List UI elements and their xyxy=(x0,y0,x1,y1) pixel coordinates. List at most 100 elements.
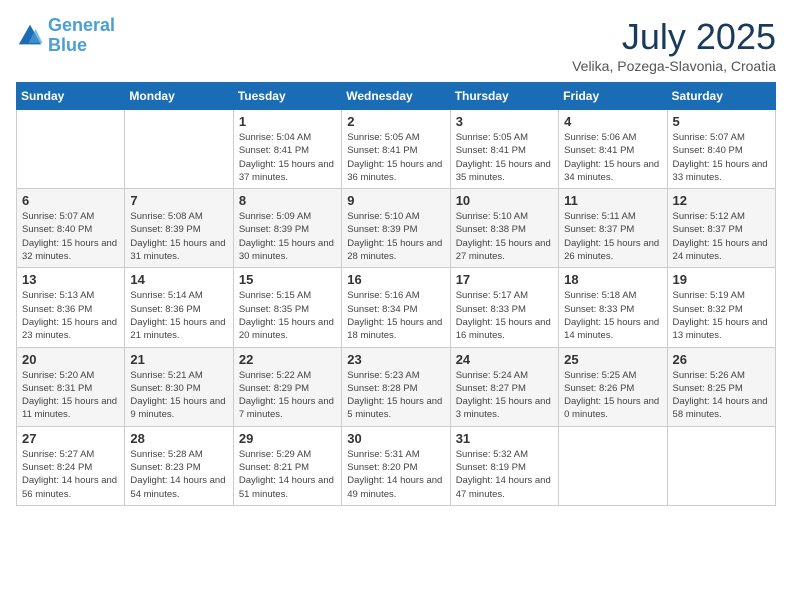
calendar-week-row: 13 Sunrise: 5:13 AM Sunset: 8:36 PM Dayli… xyxy=(17,268,776,347)
day-info: Sunrise: 5:14 AM Sunset: 8:36 PM Dayligh… xyxy=(130,289,227,342)
weekday-header-cell: Saturday xyxy=(667,83,775,110)
weekday-header-cell: Tuesday xyxy=(233,83,341,110)
day-number: 12 xyxy=(673,193,770,208)
calendar: SundayMondayTuesdayWednesdayThursdayFrid… xyxy=(16,82,776,506)
day-number: 2 xyxy=(347,114,444,129)
calendar-cell xyxy=(17,110,125,189)
day-number: 10 xyxy=(456,193,553,208)
day-info: Sunrise: 5:21 AM Sunset: 8:30 PM Dayligh… xyxy=(130,369,227,422)
day-info: Sunrise: 5:10 AM Sunset: 8:39 PM Dayligh… xyxy=(347,210,444,263)
day-info: Sunrise: 5:19 AM Sunset: 8:32 PM Dayligh… xyxy=(673,289,770,342)
calendar-cell: 29 Sunrise: 5:29 AM Sunset: 8:21 PM Dayli… xyxy=(233,426,341,505)
day-number: 20 xyxy=(22,352,119,367)
day-number: 11 xyxy=(564,193,661,208)
day-number: 5 xyxy=(673,114,770,129)
day-info: Sunrise: 5:09 AM Sunset: 8:39 PM Dayligh… xyxy=(239,210,336,263)
day-number: 6 xyxy=(22,193,119,208)
day-info: Sunrise: 5:08 AM Sunset: 8:39 PM Dayligh… xyxy=(130,210,227,263)
day-number: 3 xyxy=(456,114,553,129)
calendar-cell: 15 Sunrise: 5:15 AM Sunset: 8:35 PM Dayli… xyxy=(233,268,341,347)
calendar-cell: 20 Sunrise: 5:20 AM Sunset: 8:31 PM Dayli… xyxy=(17,347,125,426)
calendar-cell: 19 Sunrise: 5:19 AM Sunset: 8:32 PM Dayli… xyxy=(667,268,775,347)
calendar-cell: 21 Sunrise: 5:21 AM Sunset: 8:30 PM Dayli… xyxy=(125,347,233,426)
weekday-header-cell: Sunday xyxy=(17,83,125,110)
day-number: 13 xyxy=(22,272,119,287)
day-info: Sunrise: 5:05 AM Sunset: 8:41 PM Dayligh… xyxy=(456,131,553,184)
calendar-cell: 30 Sunrise: 5:31 AM Sunset: 8:20 PM Dayli… xyxy=(342,426,450,505)
calendar-body: 1Sunrise: 5:04 AM Sunset: 8:41 PM Daylig… xyxy=(17,110,776,506)
calendar-cell: 23 Sunrise: 5:23 AM Sunset: 8:28 PM Dayli… xyxy=(342,347,450,426)
logo-icon xyxy=(16,22,44,50)
logo-text: General Blue xyxy=(48,16,115,56)
calendar-week-row: 1Sunrise: 5:04 AM Sunset: 8:41 PM Daylig… xyxy=(17,110,776,189)
day-number: 21 xyxy=(130,352,227,367)
day-info: Sunrise: 5:22 AM Sunset: 8:29 PM Dayligh… xyxy=(239,369,336,422)
calendar-cell: 13 Sunrise: 5:13 AM Sunset: 8:36 PM Dayli… xyxy=(17,268,125,347)
day-info: Sunrise: 5:27 AM Sunset: 8:24 PM Dayligh… xyxy=(22,448,119,501)
calendar-week-row: 27Sunrise: 5:27 AM Sunset: 8:24 PM Dayli… xyxy=(17,426,776,505)
calendar-cell: 1Sunrise: 5:04 AM Sunset: 8:41 PM Daylig… xyxy=(233,110,341,189)
calendar-cell: 2Sunrise: 5:05 AM Sunset: 8:41 PM Daylig… xyxy=(342,110,450,189)
day-info: Sunrise: 5:24 AM Sunset: 8:27 PM Dayligh… xyxy=(456,369,553,422)
day-info: Sunrise: 5:11 AM Sunset: 8:37 PM Dayligh… xyxy=(564,210,661,263)
day-number: 9 xyxy=(347,193,444,208)
calendar-cell: 28 Sunrise: 5:28 AM Sunset: 8:23 PM Dayli… xyxy=(125,426,233,505)
calendar-cell: 25Sunrise: 5:25 AM Sunset: 8:26 PM Dayli… xyxy=(559,347,667,426)
day-info: Sunrise: 5:28 AM Sunset: 8:23 PM Dayligh… xyxy=(130,448,227,501)
calendar-cell: 3 Sunrise: 5:05 AM Sunset: 8:41 PM Daylig… xyxy=(450,110,558,189)
day-info: Sunrise: 5:07 AM Sunset: 8:40 PM Dayligh… xyxy=(673,131,770,184)
weekday-header-cell: Wednesday xyxy=(342,83,450,110)
day-number: 29 xyxy=(239,431,336,446)
day-number: 26 xyxy=(673,352,770,367)
day-number: 31 xyxy=(456,431,553,446)
calendar-cell: 17Sunrise: 5:17 AM Sunset: 8:33 PM Dayli… xyxy=(450,268,558,347)
calendar-cell: 14 Sunrise: 5:14 AM Sunset: 8:36 PM Dayli… xyxy=(125,268,233,347)
day-info: Sunrise: 5:29 AM Sunset: 8:21 PM Dayligh… xyxy=(239,448,336,501)
calendar-cell: 9 Sunrise: 5:10 AM Sunset: 8:39 PM Daylig… xyxy=(342,189,450,268)
day-info: Sunrise: 5:06 AM Sunset: 8:41 PM Dayligh… xyxy=(564,131,661,184)
calendar-cell: 18Sunrise: 5:18 AM Sunset: 8:33 PM Dayli… xyxy=(559,268,667,347)
calendar-cell: 10Sunrise: 5:10 AM Sunset: 8:38 PM Dayli… xyxy=(450,189,558,268)
calendar-cell: 31Sunrise: 5:32 AM Sunset: 8:19 PM Dayli… xyxy=(450,426,558,505)
day-number: 4 xyxy=(564,114,661,129)
calendar-cell: 22 Sunrise: 5:22 AM Sunset: 8:29 PM Dayli… xyxy=(233,347,341,426)
logo-general: General xyxy=(48,15,115,35)
day-info: Sunrise: 5:16 AM Sunset: 8:34 PM Dayligh… xyxy=(347,289,444,342)
day-info: Sunrise: 5:31 AM Sunset: 8:20 PM Dayligh… xyxy=(347,448,444,501)
calendar-cell: 6 Sunrise: 5:07 AM Sunset: 8:40 PM Daylig… xyxy=(17,189,125,268)
calendar-cell: 16 Sunrise: 5:16 AM Sunset: 8:34 PM Dayli… xyxy=(342,268,450,347)
day-info: Sunrise: 5:17 AM Sunset: 8:33 PM Dayligh… xyxy=(456,289,553,342)
weekday-header-cell: Monday xyxy=(125,83,233,110)
day-number: 15 xyxy=(239,272,336,287)
calendar-cell xyxy=(125,110,233,189)
day-number: 24 xyxy=(456,352,553,367)
weekday-header-cell: Friday xyxy=(559,83,667,110)
calendar-cell: 8Sunrise: 5:09 AM Sunset: 8:39 PM Daylig… xyxy=(233,189,341,268)
day-number: 22 xyxy=(239,352,336,367)
day-info: Sunrise: 5:13 AM Sunset: 8:36 PM Dayligh… xyxy=(22,289,119,342)
day-number: 23 xyxy=(347,352,444,367)
day-number: 14 xyxy=(130,272,227,287)
day-number: 7 xyxy=(130,193,227,208)
day-info: Sunrise: 5:15 AM Sunset: 8:35 PM Dayligh… xyxy=(239,289,336,342)
location-title: Velika, Pozega-Slavonia, Croatia xyxy=(572,58,776,74)
header: General Blue July 2025 Velika, Pozega-Sl… xyxy=(16,16,776,74)
day-info: Sunrise: 5:23 AM Sunset: 8:28 PM Dayligh… xyxy=(347,369,444,422)
day-info: Sunrise: 5:20 AM Sunset: 8:31 PM Dayligh… xyxy=(22,369,119,422)
day-number: 30 xyxy=(347,431,444,446)
calendar-cell: 12 Sunrise: 5:12 AM Sunset: 8:37 PM Dayli… xyxy=(667,189,775,268)
day-number: 25 xyxy=(564,352,661,367)
day-number: 1 xyxy=(239,114,336,129)
calendar-cell xyxy=(559,426,667,505)
calendar-cell: 26Sunrise: 5:26 AM Sunset: 8:25 PM Dayli… xyxy=(667,347,775,426)
title-area: July 2025 Velika, Pozega-Slavonia, Croat… xyxy=(572,16,776,74)
day-info: Sunrise: 5:07 AM Sunset: 8:40 PM Dayligh… xyxy=(22,210,119,263)
logo-blue: Blue xyxy=(48,35,87,55)
day-info: Sunrise: 5:12 AM Sunset: 8:37 PM Dayligh… xyxy=(673,210,770,263)
day-number: 19 xyxy=(673,272,770,287)
day-number: 28 xyxy=(130,431,227,446)
day-number: 16 xyxy=(347,272,444,287)
calendar-cell: 5 Sunrise: 5:07 AM Sunset: 8:40 PM Daylig… xyxy=(667,110,775,189)
month-title: July 2025 xyxy=(572,16,776,58)
calendar-week-row: 20 Sunrise: 5:20 AM Sunset: 8:31 PM Dayli… xyxy=(17,347,776,426)
